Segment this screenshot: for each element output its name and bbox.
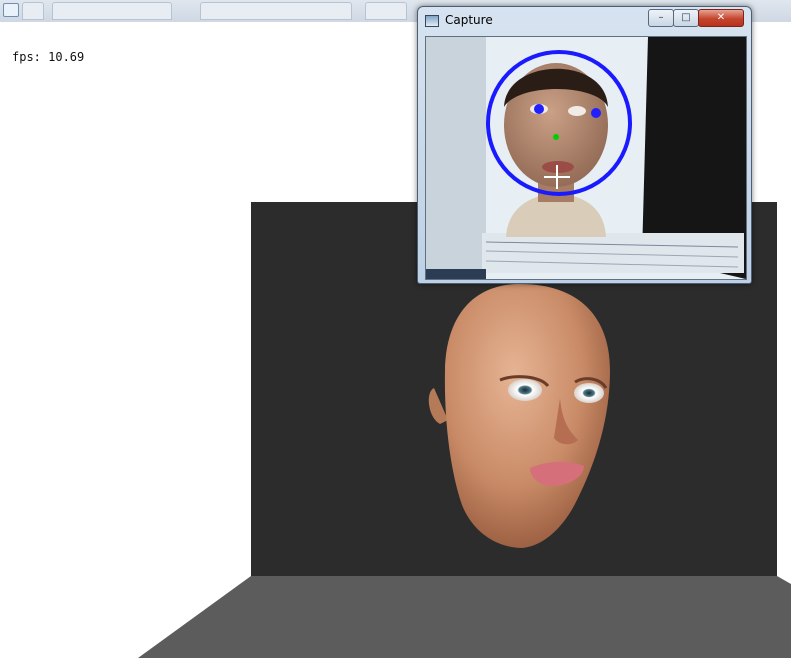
avatar-right-eye: [574, 383, 604, 403]
webcam-feed: [425, 36, 747, 280]
background-tab[interactable]: [365, 2, 407, 20]
background-tab[interactable]: [200, 2, 352, 20]
floor-plane: [138, 576, 791, 658]
close-button[interactable]: ✕: [698, 9, 744, 27]
right-eye-marker: [591, 108, 601, 118]
left-eye-marker: [534, 104, 544, 114]
background-tab[interactable]: [22, 2, 44, 20]
background-tab[interactable]: [52, 2, 172, 20]
capture-titlebar[interactable]: Capture – □ ✕: [418, 7, 751, 33]
capture-window-title: Capture: [445, 13, 493, 27]
maximize-button[interactable]: □: [673, 9, 699, 27]
fps-counter: fps: 10.69: [12, 50, 85, 64]
avatar-left-eye: [508, 379, 542, 401]
minimize-button[interactable]: –: [648, 9, 674, 27]
app-icon[interactable]: [3, 3, 19, 17]
window-app-icon: [425, 15, 439, 27]
webcam-frame: [426, 37, 746, 279]
capture-window[interactable]: Capture – □ ✕: [417, 6, 752, 284]
nose-marker: [553, 134, 559, 140]
